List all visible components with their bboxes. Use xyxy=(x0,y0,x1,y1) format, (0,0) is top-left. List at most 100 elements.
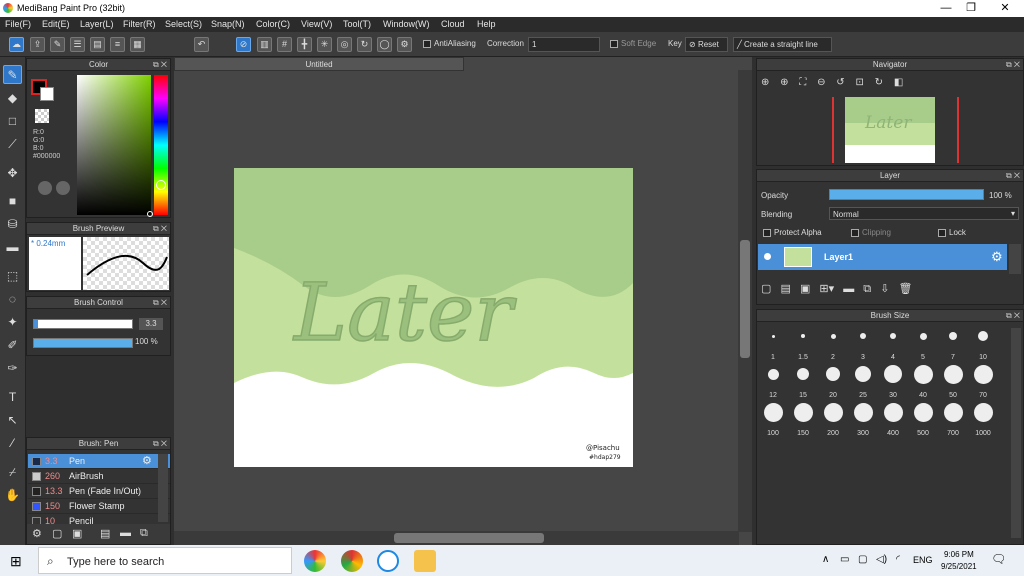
zalo-taskbar-icon[interactable] xyxy=(377,550,399,572)
copy-brush-icon[interactable]: ▣ xyxy=(72,527,82,540)
menu-select[interactable]: Select(S) xyxy=(165,19,202,29)
menu-tool[interactable]: Tool(T) xyxy=(343,19,371,29)
folder-icon[interactable]: ▬ xyxy=(120,527,131,539)
layer-opacity-slider[interactable] xyxy=(829,189,984,200)
brush-settings-gear-icon[interactable]: ⚙ xyxy=(142,454,152,469)
navigator-thumbnail[interactable]: Later xyxy=(845,97,935,163)
meet-icon[interactable]: ▢ xyxy=(858,554,867,565)
grid-snap-icon[interactable]: # xyxy=(277,37,292,52)
gradation-tool-icon[interactable]: ▬ xyxy=(3,237,22,256)
merge-layer-icon[interactable]: ⇩ xyxy=(880,283,889,295)
panel-controls-icon[interactable]: ⧉ ✕ xyxy=(1006,170,1020,182)
battery-icon[interactable]: ▭ xyxy=(840,554,849,565)
new-folder-icon[interactable]: ▬ xyxy=(843,283,854,295)
brush-list-item[interactable]: 13.3 Pen (Fade In/Out) xyxy=(28,484,170,499)
chrome-taskbar-icon[interactable] xyxy=(341,550,363,572)
undo-icon[interactable]: ↶ xyxy=(194,37,209,52)
parallel-snap-icon[interactable]: ▥ xyxy=(257,37,272,52)
clock-date[interactable]: 9/25/2021 xyxy=(941,562,977,571)
canvas-horizontal-scrollbar[interactable] xyxy=(174,531,739,545)
palette-icon[interactable] xyxy=(38,181,52,195)
saturation-value-picker[interactable] xyxy=(77,75,151,215)
rectangle-tool-icon[interactable]: □ xyxy=(3,111,22,130)
brush-size-value[interactable]: 3.3 xyxy=(139,318,163,330)
grid-icon[interactable]: ▦ xyxy=(130,37,145,52)
select-eraser-tool-icon[interactable]: ✑ xyxy=(3,358,22,377)
horizontal-scroll-thumb[interactable] xyxy=(394,533,544,543)
new-halftone-layer-icon[interactable]: ▤ xyxy=(780,283,790,295)
rotate-right-icon[interactable]: ↻ xyxy=(875,77,883,88)
chat-icon[interactable]: ☰ xyxy=(70,37,85,52)
menu-cloud[interactable]: Cloud xyxy=(441,19,465,29)
layer-visibility-icon[interactable] xyxy=(764,253,771,260)
layer-settings-gear-icon[interactable]: ⚙ xyxy=(991,249,1003,265)
divide-tool-icon[interactable]: ⟋ xyxy=(3,134,22,153)
wifi-icon[interactable]: ◜ xyxy=(896,554,900,565)
document-tab[interactable]: Untitled xyxy=(174,57,464,71)
magic-wand-tool-icon[interactable]: ✦ xyxy=(3,312,22,331)
rotate-left-icon[interactable]: ↺ xyxy=(836,77,844,88)
menu-help[interactable]: Help xyxy=(477,19,496,29)
bucket-tool-icon[interactable]: ⛁ xyxy=(3,214,22,233)
brush-size-scrollbar[interactable] xyxy=(1011,328,1021,538)
layer-row[interactable]: Layer1 ⚙ xyxy=(758,244,1007,270)
ellipse-snap-icon[interactable]: ◯ xyxy=(377,37,392,52)
brush-size-option[interactable]: 30 xyxy=(878,362,908,400)
brush-size-option[interactable]: 200 xyxy=(818,400,848,438)
panel-controls-icon[interactable]: ⧉ ✕ xyxy=(153,438,167,450)
brush-size-option[interactable]: 7 xyxy=(938,324,968,362)
select-tool-icon[interactable]: ⬚ xyxy=(3,266,22,285)
brush-list-scrollbar[interactable] xyxy=(158,454,168,522)
eraser-tool-icon[interactable]: ◆ xyxy=(3,88,22,107)
brush-size-option[interactable]: 40 xyxy=(908,362,938,400)
move-tool-icon[interactable]: ✥ xyxy=(3,163,22,182)
close-button[interactable]: ✕ xyxy=(985,0,1024,17)
brush-list-item[interactable]: 10 Pencil xyxy=(28,514,170,524)
canvas-vertical-scrollbar[interactable] xyxy=(738,70,752,532)
panel-controls-icon[interactable]: ⧉ ✕ xyxy=(153,223,167,235)
lasso-tool-icon[interactable]: ◌ xyxy=(3,289,22,308)
menu-edit[interactable]: Edit(E) xyxy=(42,19,70,29)
background-color-swatch[interactable] xyxy=(40,87,54,101)
reset-button[interactable]: ⊘ Reset xyxy=(685,37,728,52)
text-tool-icon[interactable]: T xyxy=(3,387,22,406)
brush-size-option[interactable]: 1.5 xyxy=(788,324,818,362)
select-pen-tool-icon[interactable]: ✐ xyxy=(3,335,22,354)
brush-size-option[interactable]: 500 xyxy=(908,400,938,438)
zoom-out-icon[interactable]: ⊖ xyxy=(817,77,825,88)
menu-window[interactable]: Window(W) xyxy=(383,19,430,29)
panel-controls-icon[interactable]: ⧉ ✕ xyxy=(153,297,167,309)
brush-size-option[interactable]: 4 xyxy=(878,324,908,362)
volume-icon[interactable]: ◁) xyxy=(876,554,887,565)
file-explorer-taskbar-icon[interactable] xyxy=(414,550,436,572)
clipping-checkbox[interactable]: Clipping xyxy=(851,228,891,237)
brush-size-option[interactable]: 15 xyxy=(788,362,818,400)
brush-size-option[interactable]: 3 xyxy=(848,324,878,362)
new-layer-icon[interactable]: ▢ xyxy=(761,283,771,295)
duplicate-layer-icon[interactable]: ⧉ xyxy=(863,283,871,295)
brush-size-slider[interactable] xyxy=(33,319,133,329)
brush-size-option[interactable]: 400 xyxy=(878,400,908,438)
add-layer-menu-icon[interactable]: ⊞▾ xyxy=(819,283,834,295)
zoom-fit-icon[interactable]: ⊕ xyxy=(761,77,769,88)
panel-controls-icon[interactable]: ⧉ ✕ xyxy=(1006,59,1020,71)
radial-snap-icon[interactable]: ✳ xyxy=(317,37,332,52)
duplicate-icon[interactable]: ⧉ xyxy=(140,527,148,540)
brush-size-option[interactable]: 100 xyxy=(758,400,788,438)
actual-size-icon[interactable]: ⊡ xyxy=(855,77,863,88)
brush-size-option[interactable]: 25 xyxy=(848,362,878,400)
hand-tool-icon[interactable]: ✋ xyxy=(3,485,22,504)
lock-checkbox[interactable]: Lock xyxy=(938,228,966,237)
new-brush-icon[interactable]: ▢ xyxy=(52,527,62,540)
curve-snap-icon[interactable]: ↻ xyxy=(357,37,372,52)
brush-list-item[interactable]: 260 AirBrush xyxy=(28,469,170,484)
brush-size-option[interactable]: 5 xyxy=(908,324,938,362)
cloud-icon[interactable]: ☁ xyxy=(9,37,24,52)
brush-size-option[interactable]: 50 xyxy=(938,362,968,400)
brush-size-option[interactable]: 150 xyxy=(788,400,818,438)
correction-select[interactable]: 1 xyxy=(528,37,600,52)
chevron-up-icon[interactable]: ∧ xyxy=(822,554,829,565)
clock-time[interactable]: 9:06 PM xyxy=(944,550,974,559)
panel-controls-icon[interactable]: ⧉ ✕ xyxy=(153,59,167,71)
antialiasing-checkbox[interactable]: AntiAliasing xyxy=(423,39,476,48)
